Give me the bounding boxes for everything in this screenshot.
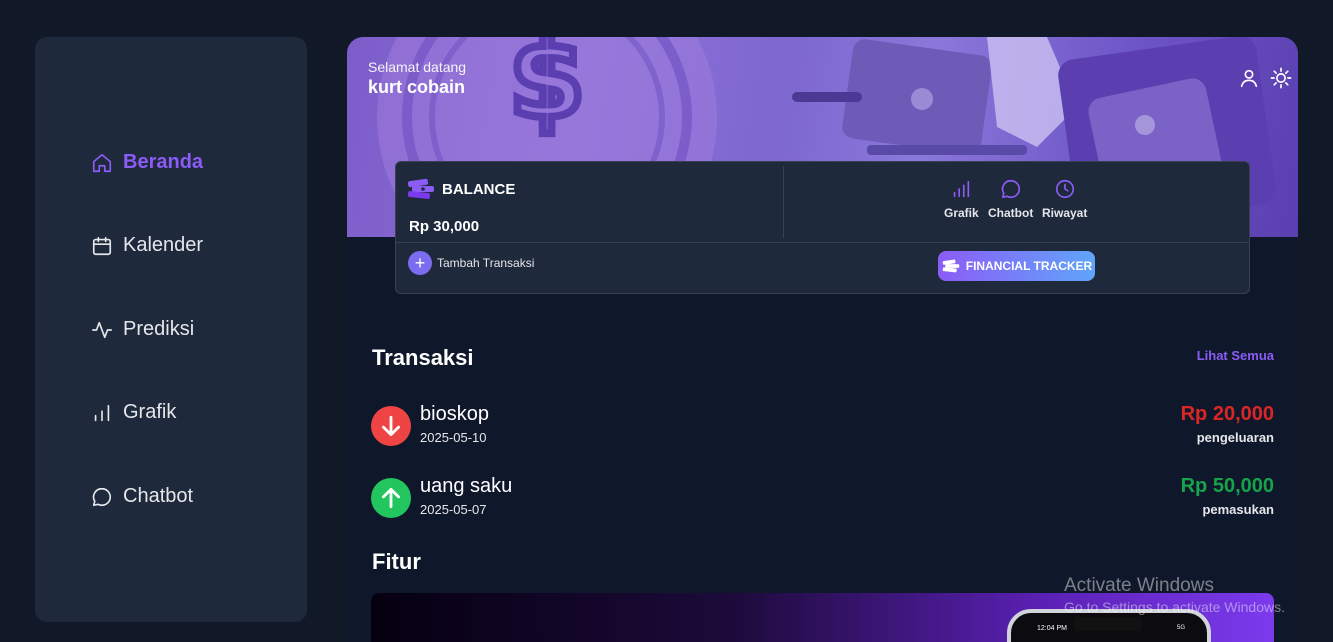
phone-time: 12:04 PM — [1037, 625, 1067, 632]
transaction-amount: Rp 20,000 — [1180, 403, 1274, 425]
card-divider — [783, 166, 784, 238]
watermark-title: Activate Windows — [1064, 575, 1214, 596]
sidebar-item-beranda[interactable]: Beranda — [91, 151, 203, 174]
money-stack-icon — [407, 178, 434, 199]
balance-card: BALANCE Rp 30,000 Grafik Chatbot Riwayat… — [395, 161, 1250, 294]
chat-bubble-icon — [1001, 179, 1020, 199]
bar-chart-icon — [954, 180, 970, 198]
transactions-title: Transaksi — [372, 345, 474, 370]
transaction-date: 2025-05-10 — [420, 430, 487, 445]
chat-bubble-icon — [92, 487, 111, 506]
features-title: Fitur — [372, 549, 421, 574]
add-transaction-button[interactable]: + Tambah Transaksi — [408, 251, 534, 275]
arrow-down-icon — [371, 406, 411, 446]
transaction-row[interactable]: uang saku 2025-05-07 Rp 50,000 pemasukan — [371, 475, 1274, 520]
sidebar-item-label: Kalender — [123, 234, 204, 256]
balance-label: BALANCE — [442, 180, 516, 198]
windows-activation-watermark: Activate Windows Go to Settings to activ… — [1064, 575, 1285, 615]
sidebar-item-grafik[interactable]: Grafik — [91, 401, 176, 424]
transaction-date: 2025-05-07 — [420, 502, 487, 517]
transaction-amount: Rp 50,000 — [1180, 475, 1274, 497]
sidebar-item-kalender[interactable]: Kalender — [91, 234, 203, 257]
phone-status: 5G — [1176, 625, 1185, 631]
sidebar-item-label: Prediksi — [123, 318, 195, 340]
quick-action-label: Riwayat — [1042, 206, 1088, 220]
sidebar-item-prediksi[interactable]: Prediksi — [91, 318, 194, 341]
sun-icon[interactable] — [1270, 67, 1292, 89]
sidebar-item-label: Grafik — [123, 401, 177, 423]
watermark-subtitle: Go to Settings to activate Windows. — [1064, 599, 1285, 615]
header-actions — [1238, 67, 1292, 89]
sidebar: Beranda Kalender Prediksi Grafik Chatbot — [35, 37, 307, 622]
quick-action-label: Chatbot — [988, 206, 1034, 220]
money-stack-icon — [942, 259, 960, 273]
arrow-up-icon — [371, 478, 411, 518]
greeting-text: Selamat datang — [368, 59, 467, 75]
activity-icon — [92, 321, 112, 338]
username: kurt cobain — [368, 77, 466, 97]
balance-amount: Rp 30,000 — [409, 218, 480, 235]
card-divider — [396, 242, 1249, 243]
quick-action-riwayat[interactable]: Riwayat — [1042, 178, 1087, 220]
sidebar-item-label: Beranda — [123, 151, 204, 173]
quick-action-chatbot[interactable]: Chatbot — [988, 178, 1033, 220]
bar-chart-icon — [94, 404, 110, 421]
quick-action-grafik[interactable]: Grafik — [944, 178, 979, 220]
quick-action-label: Grafik — [944, 206, 979, 220]
balance-title: BALANCE — [406, 178, 515, 200]
home-icon — [92, 153, 112, 172]
sidebar-item-chatbot[interactable]: Chatbot — [91, 485, 193, 508]
calendar-icon — [92, 236, 112, 255]
plus-icon: + — [408, 251, 432, 275]
clock-icon — [1055, 179, 1074, 199]
transaction-row[interactable]: bioskop 2025-05-10 Rp 20,000 pengeluaran — [371, 403, 1274, 448]
add-transaction-label: Tambah Transaksi — [437, 256, 535, 270]
financial-tracker-label: FINANCIAL TRACKER — [965, 259, 1093, 273]
transaction-name: uang saku — [420, 475, 513, 497]
svg-text:$: $ — [509, 37, 586, 143]
see-all-link[interactable]: Lihat Semua — [1197, 348, 1274, 363]
transaction-name: bioskop — [420, 403, 489, 425]
financial-tracker-button[interactable]: FINANCIAL TRACKER — [938, 251, 1095, 281]
main-content: $ Selamat datang kurt cobain BALANCE Rp … — [347, 37, 1298, 642]
transaction-type: pemasukan — [1202, 502, 1274, 517]
transaction-type: pengeluaran — [1196, 430, 1274, 445]
user-icon[interactable] — [1238, 67, 1260, 89]
sidebar-item-label: Chatbot — [123, 485, 194, 507]
phone-notch — [1073, 617, 1143, 631]
